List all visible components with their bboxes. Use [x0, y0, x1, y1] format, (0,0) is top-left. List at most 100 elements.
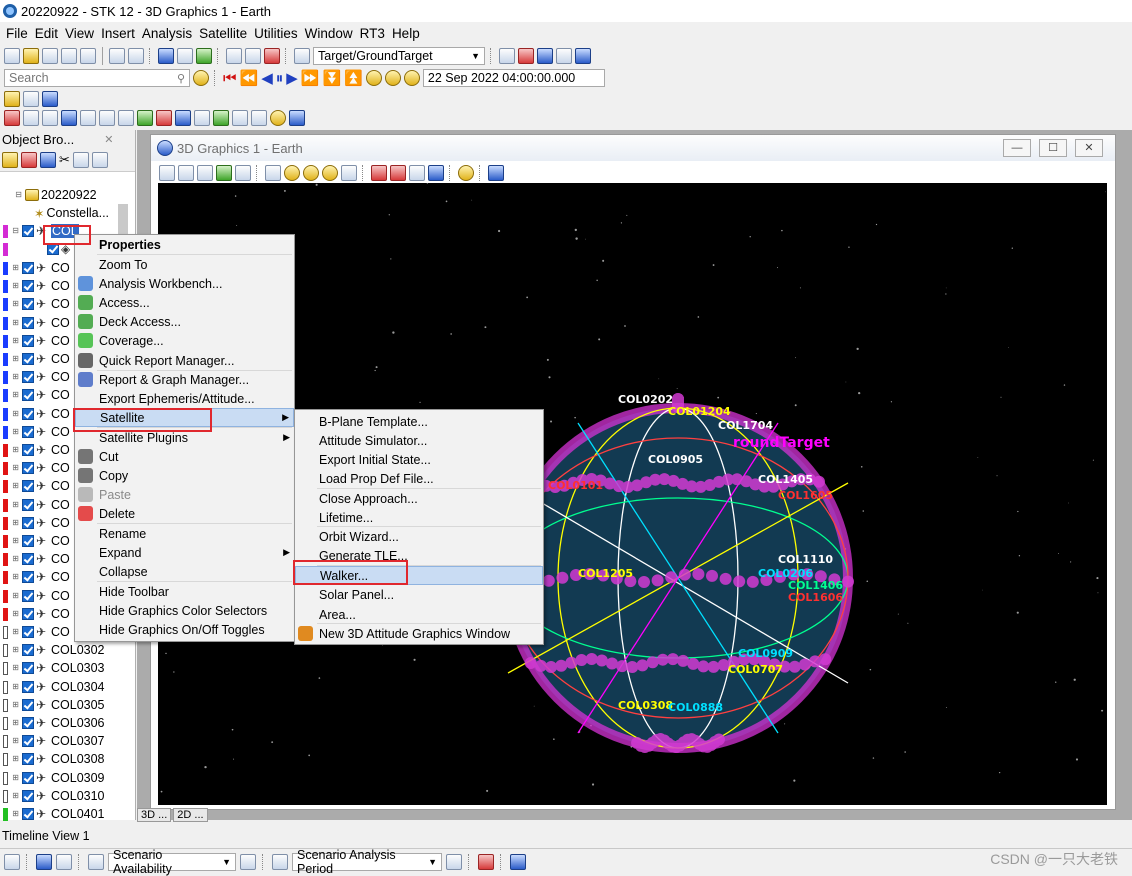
expand-icon[interactable]: ⊞ — [11, 263, 20, 273]
tree-item-satellite[interactable]: ⊞ ✈ COL0401 — [0, 805, 105, 823]
color-swatch[interactable] — [3, 498, 8, 512]
camera-icon[interactable] — [232, 110, 248, 126]
color-swatch[interactable] — [3, 261, 8, 275]
time-step-icon[interactable] — [403, 70, 420, 86]
color-swatch[interactable] — [3, 752, 8, 766]
maximize-button[interactable]: ☐ — [1039, 139, 1067, 157]
expand-icon[interactable]: ⊞ — [11, 809, 20, 819]
earth-icon[interactable] — [428, 165, 444, 181]
tree-item-satellite[interactable]: ⊞ ✈ CO — [0, 332, 70, 350]
tree-item-satellite[interactable]: ⊞ ✈ COL0310 — [0, 787, 105, 805]
color-swatch[interactable] — [3, 661, 8, 675]
link-icon[interactable] — [226, 48, 242, 64]
new-graphics-icon[interactable] — [158, 48, 174, 64]
expand-icon[interactable]: ⊞ — [11, 591, 20, 601]
expand-icon[interactable]: ⊞ — [11, 445, 20, 455]
tree-item-satellite[interactable]: ⊞ ✈ CO — [0, 386, 70, 404]
edit-icon[interactable] — [446, 854, 462, 870]
cut-icon[interactable]: ✂ — [59, 152, 70, 168]
color-swatch[interactable] — [3, 607, 8, 621]
menu-analysis[interactable]: Analysis — [142, 26, 192, 41]
visibility-checkbox[interactable] — [22, 371, 34, 383]
color-swatch[interactable] — [3, 771, 8, 785]
expand-icon[interactable]: ⊞ — [11, 463, 20, 473]
menu-item-report-graph-manager[interactable]: Report & Graph Manager... — [75, 370, 294, 389]
menu-help[interactable]: Help — [392, 26, 420, 41]
realtime-icon[interactable] — [365, 70, 382, 86]
expand-icon[interactable]: ⊞ — [11, 754, 20, 764]
visibility-checkbox[interactable] — [22, 626, 34, 638]
step-back-icon[interactable]: ⏪ — [240, 69, 259, 87]
visibility-checkbox[interactable] — [22, 808, 34, 820]
expand-icon[interactable]: ⊞ — [11, 627, 20, 637]
terminal-icon[interactable] — [194, 110, 210, 126]
color-swatch[interactable] — [3, 643, 8, 657]
color-swatch[interactable] — [3, 716, 8, 730]
visibility-checkbox[interactable] — [22, 571, 34, 583]
python-icon[interactable] — [4, 91, 20, 107]
check-icon[interactable] — [40, 151, 56, 168]
expand-icon[interactable]: ⊞ — [11, 354, 20, 364]
faster-icon[interactable]: ⏫ — [344, 69, 363, 87]
expand-icon[interactable]: ⊟ — [14, 190, 23, 200]
visibility-checkbox[interactable] — [22, 335, 34, 347]
tree-item-satellite[interactable]: ⊞ ✈ CO — [0, 441, 70, 459]
menu-item-collapse[interactable]: Collapse — [75, 562, 294, 581]
film-icon[interactable] — [251, 110, 267, 126]
object-filter-icon[interactable] — [294, 48, 310, 64]
analysis-period-combo[interactable]: Scenario Analysis Period ▼ — [292, 848, 442, 876]
visibility-checkbox[interactable] — [22, 590, 34, 602]
menu-utilities[interactable]: Utilities — [254, 26, 298, 41]
menu-insert[interactable]: Insert — [101, 26, 135, 41]
menu-window[interactable]: Window — [305, 26, 353, 41]
visibility-checkbox[interactable] — [22, 426, 34, 438]
tree-item-satellite[interactable]: ⊞ ✈ COL0303 — [0, 659, 105, 677]
expand-icon[interactable]: ⊞ — [11, 390, 20, 400]
stopwatch-icon[interactable] — [99, 110, 115, 126]
target-object-combo[interactable]: Target/GroundTarget ▼ — [313, 47, 485, 65]
visibility-checkbox[interactable] — [22, 462, 34, 474]
color-swatch[interactable] — [3, 425, 8, 439]
tree-item-satellite[interactable]: ⊞ ✈ COL0305 — [0, 696, 105, 714]
menu-item-quick-report-manager[interactable]: Quick Report Manager... — [75, 351, 294, 370]
expand-icon[interactable]: ⊞ — [11, 536, 20, 546]
submenu-item-b-plane-template[interactable]: B-Plane Template... — [295, 412, 543, 431]
color-swatch[interactable] — [3, 534, 8, 548]
map-icon[interactable] — [137, 110, 153, 126]
color-swatch[interactable] — [3, 516, 8, 530]
ruler-icon[interactable] — [409, 165, 425, 181]
visibility-checkbox[interactable] — [22, 644, 34, 656]
color-swatch[interactable] — [3, 279, 8, 293]
expand-icon[interactable]: ⊞ — [11, 645, 20, 655]
color-swatch[interactable] — [3, 407, 8, 421]
color-swatch[interactable] — [3, 461, 8, 475]
visibility-checkbox[interactable] — [22, 408, 34, 420]
submenu-item-export-initial-state[interactable]: Export Initial State... — [295, 450, 543, 469]
expand-icon[interactable]: ⊞ — [11, 281, 20, 291]
timeline-icon[interactable] — [4, 854, 20, 870]
measure-icon[interactable] — [322, 165, 338, 181]
save-icon[interactable] — [42, 48, 58, 64]
expand-icon[interactable]: ⊞ — [11, 718, 20, 728]
compass-icon[interactable] — [270, 110, 286, 126]
visibility-checkbox[interactable] — [22, 499, 34, 511]
visibility-checkbox[interactable] — [22, 699, 34, 711]
tree-item-satellite[interactable]: ⊞ ✈ COL0307 — [0, 732, 105, 750]
slower-icon[interactable]: ⏬ — [323, 69, 342, 87]
color-swatch[interactable] — [3, 589, 8, 603]
properties-icon[interactable] — [159, 165, 175, 181]
tab-2d[interactable]: 2D ... — [173, 808, 208, 822]
tree-item-satellite[interactable]: ⊞ ✈ COL0306 — [0, 714, 105, 732]
visibility-checkbox[interactable] — [22, 444, 34, 456]
zoom-icon[interactable] — [197, 165, 213, 181]
menu-item-deck-access[interactable]: Deck Access... — [75, 312, 294, 331]
table-icon[interactable] — [556, 48, 572, 64]
tree-scrollbar-thumb[interactable] — [118, 204, 128, 234]
color-swatch[interactable] — [3, 625, 8, 639]
info-icon[interactable] — [289, 110, 305, 126]
tree-item-satellite[interactable]: ⊞ ✈ CO — [0, 405, 70, 423]
submenu-item-new-3d-attitude-graphics-window[interactable]: New 3D Attitude Graphics Window — [295, 624, 543, 643]
tree-item-satellite[interactable]: ⊞ ✈ CO — [0, 568, 70, 586]
orbit-view-icon[interactable] — [303, 165, 319, 181]
visibility-checkbox[interactable] — [22, 298, 34, 310]
